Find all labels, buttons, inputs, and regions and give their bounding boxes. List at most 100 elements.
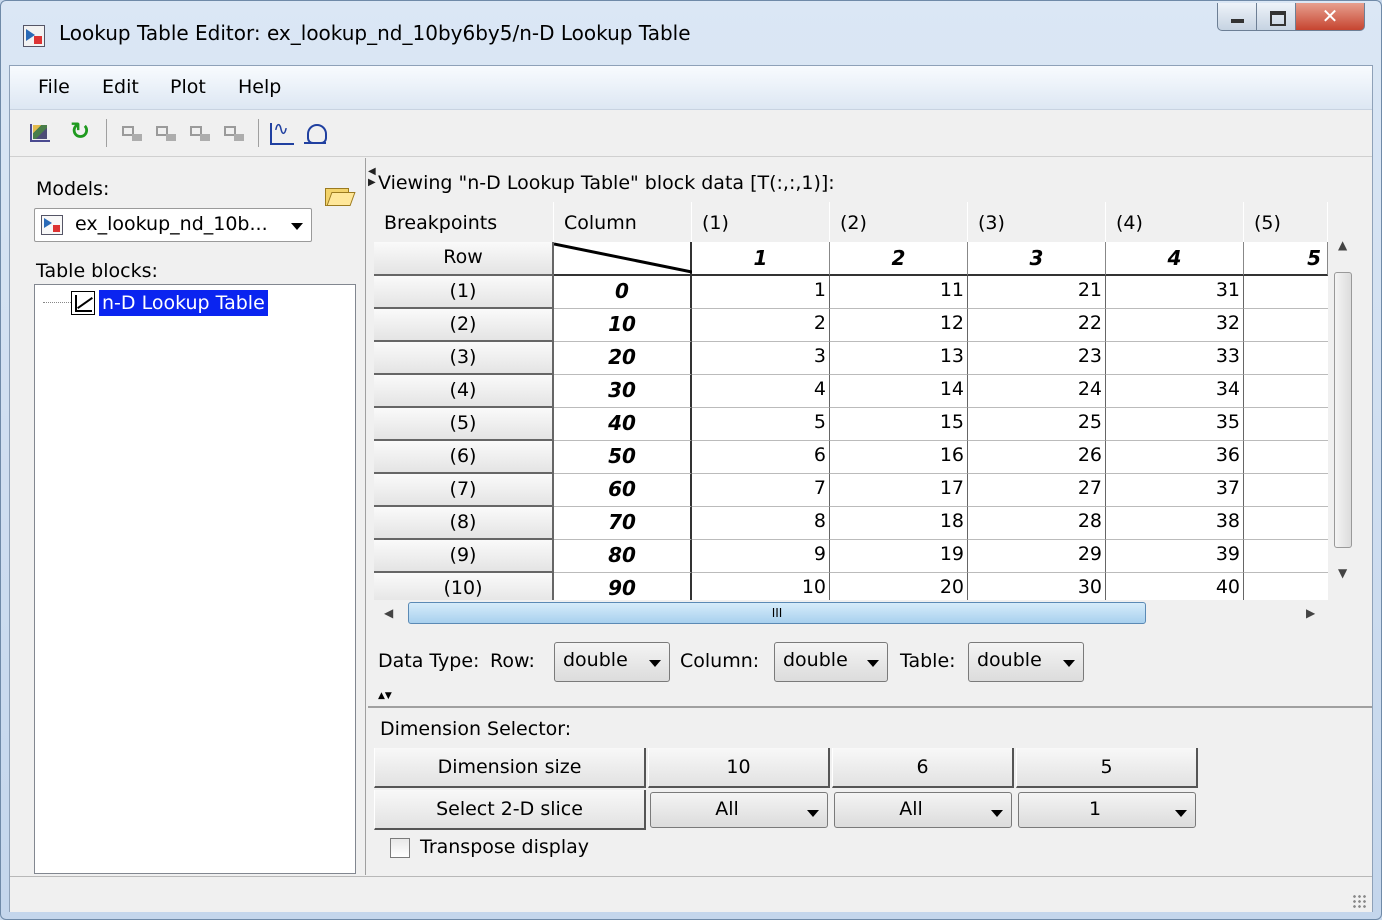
close-button[interactable] bbox=[1295, 3, 1365, 31]
table-value-cell[interactable] bbox=[1244, 474, 1328, 507]
row-breakpoint-cell[interactable]: 80 bbox=[554, 540, 692, 573]
column-breakpoint-cell[interactable]: 4 bbox=[1106, 242, 1244, 276]
row-type-select[interactable]: double bbox=[554, 642, 670, 682]
row-breakpoint-cell[interactable]: 0 bbox=[554, 276, 692, 309]
scroll-left-icon[interactable]: ◀ bbox=[384, 606, 393, 620]
panel-splitter-icon[interactable]: ▲▼ bbox=[378, 692, 392, 701]
row-breakpoint-cell[interactable]: 60 bbox=[554, 474, 692, 507]
table-value-cell[interactable]: 10 bbox=[692, 573, 830, 600]
panel-splitter[interactable] bbox=[368, 706, 1372, 708]
row-breakpoint-cell[interactable]: 40 bbox=[554, 408, 692, 441]
vertical-scrollbar[interactable]: ▲ ▼ bbox=[1330, 236, 1356, 584]
table-value-cell[interactable]: 14 bbox=[830, 375, 968, 408]
table-value-cell[interactable] bbox=[1244, 375, 1328, 408]
table-value-cell[interactable]: 30 bbox=[968, 573, 1106, 600]
table-value-cell[interactable]: 15 bbox=[830, 408, 968, 441]
table-type-select[interactable]: double bbox=[968, 642, 1084, 682]
table-value-cell[interactable]: 21 bbox=[968, 276, 1106, 309]
column-breakpoint-cell[interactable]: 3 bbox=[968, 242, 1106, 276]
delete-row-icon[interactable] bbox=[154, 122, 178, 144]
title-bar[interactable]: Lookup Table Editor: ex_lookup_nd_10by6b… bbox=[1, 1, 1381, 65]
table-value-cell[interactable]: 37 bbox=[1106, 474, 1244, 507]
table-value-cell[interactable]: 7 bbox=[692, 474, 830, 507]
vertical-scroll-thumb[interactable] bbox=[1334, 272, 1352, 548]
mesh-plot-icon[interactable] bbox=[304, 122, 328, 144]
table-value-cell[interactable]: 9 bbox=[692, 540, 830, 573]
open-folder-icon[interactable] bbox=[324, 182, 352, 206]
table-value-cell[interactable]: 19 bbox=[830, 540, 968, 573]
row-breakpoint-cell[interactable]: 10 bbox=[554, 309, 692, 342]
tree-item-n-d-lookup-table[interactable]: n-D Lookup Table bbox=[71, 287, 268, 319]
row-breakpoint-cell[interactable]: 20 bbox=[554, 342, 692, 375]
table-value-cell[interactable]: 27 bbox=[968, 474, 1106, 507]
table-value-cell[interactable] bbox=[1244, 309, 1328, 342]
table-value-cell[interactable]: 2 bbox=[692, 309, 830, 342]
scroll-up-icon[interactable]: ▲ bbox=[1338, 238, 1347, 252]
menu-plot[interactable]: Plot bbox=[170, 76, 206, 98]
slice-select-dim2[interactable]: All bbox=[834, 792, 1012, 828]
column-breakpoint-cell[interactable]: 2 bbox=[830, 242, 968, 276]
row-breakpoint-cell[interactable]: 30 bbox=[554, 375, 692, 408]
table-value-cell[interactable]: 34 bbox=[1106, 375, 1244, 408]
menu-file[interactable]: File bbox=[38, 76, 70, 98]
table-value-cell[interactable]: 13 bbox=[830, 342, 968, 375]
table-value-cell[interactable] bbox=[1244, 441, 1328, 474]
table-value-cell[interactable]: 40 bbox=[1106, 573, 1244, 600]
table-value-cell[interactable]: 20 bbox=[830, 573, 968, 600]
table-value-cell[interactable] bbox=[1244, 342, 1328, 375]
row-breakpoint-cell[interactable]: 50 bbox=[554, 441, 692, 474]
table-value-cell[interactable]: 28 bbox=[968, 507, 1106, 540]
add-row-icon[interactable] bbox=[120, 122, 144, 144]
table-value-cell[interactable]: 17 bbox=[830, 474, 968, 507]
table-value-cell[interactable] bbox=[1244, 408, 1328, 441]
row-breakpoint-cell[interactable]: 90 bbox=[554, 573, 692, 600]
table-value-cell[interactable]: 29 bbox=[968, 540, 1106, 573]
remove-icon[interactable] bbox=[222, 122, 246, 144]
table-value-cell[interactable]: 36 bbox=[1106, 441, 1244, 474]
table-value-cell[interactable] bbox=[1244, 276, 1328, 309]
table-value-cell[interactable]: 4 bbox=[692, 375, 830, 408]
table-value-cell[interactable]: 24 bbox=[968, 375, 1106, 408]
table-value-cell[interactable]: 25 bbox=[968, 408, 1106, 441]
table-value-cell[interactable]: 39 bbox=[1106, 540, 1244, 573]
horizontal-scrollbar[interactable]: ◀ III ▶ bbox=[374, 600, 1328, 626]
chart-icon[interactable] bbox=[28, 122, 52, 144]
table-value-cell[interactable] bbox=[1244, 507, 1328, 540]
column-breakpoint-cell[interactable]: 5 bbox=[1244, 242, 1328, 276]
transpose-checkbox[interactable] bbox=[390, 838, 410, 858]
table-value-cell[interactable]: 12 bbox=[830, 309, 968, 342]
table-value-cell[interactable]: 8 bbox=[692, 507, 830, 540]
row-breakpoint-cell[interactable]: 70 bbox=[554, 507, 692, 540]
resize-grip-icon[interactable] bbox=[1352, 894, 1366, 908]
table-value-cell[interactable]: 32 bbox=[1106, 309, 1244, 342]
horizontal-scroll-thumb[interactable]: III bbox=[408, 602, 1146, 624]
table-value-cell[interactable]: 18 bbox=[830, 507, 968, 540]
table-value-cell[interactable]: 11 bbox=[830, 276, 968, 309]
menu-edit[interactable]: Edit bbox=[102, 76, 139, 98]
scroll-down-icon[interactable]: ▼ bbox=[1338, 566, 1347, 580]
minimize-button[interactable] bbox=[1217, 3, 1257, 31]
table-value-cell[interactable]: 3 bbox=[692, 342, 830, 375]
slice-select-dim3[interactable]: 1 bbox=[1018, 792, 1196, 828]
column-breakpoint-cell[interactable]: 1 bbox=[692, 242, 830, 276]
slice-select-dim1[interactable]: All bbox=[650, 792, 828, 828]
table-value-cell[interactable]: 16 bbox=[830, 441, 968, 474]
table-value-cell[interactable]: 35 bbox=[1106, 408, 1244, 441]
line-plot-icon[interactable] bbox=[270, 118, 294, 145]
table-value-cell[interactable]: 6 bbox=[692, 441, 830, 474]
table-value-cell[interactable]: 26 bbox=[968, 441, 1106, 474]
table-value-cell[interactable]: 23 bbox=[968, 342, 1106, 375]
menu-help[interactable]: Help bbox=[238, 76, 281, 98]
refresh-icon[interactable] bbox=[70, 117, 94, 145]
model-select[interactable]: ex_lookup_nd_10b... bbox=[34, 208, 312, 242]
resize-icon[interactable] bbox=[188, 122, 212, 144]
table-value-cell[interactable]: 33 bbox=[1106, 342, 1244, 375]
table-value-cell[interactable]: 31 bbox=[1106, 276, 1244, 309]
maximize-button[interactable] bbox=[1256, 3, 1296, 31]
table-value-cell[interactable]: 5 bbox=[692, 408, 830, 441]
table-value-cell[interactable] bbox=[1244, 573, 1328, 600]
table-value-cell[interactable]: 38 bbox=[1106, 507, 1244, 540]
table-value-cell[interactable]: 1 bbox=[692, 276, 830, 309]
table-value-cell[interactable] bbox=[1244, 540, 1328, 573]
table-value-cell[interactable]: 22 bbox=[968, 309, 1106, 342]
